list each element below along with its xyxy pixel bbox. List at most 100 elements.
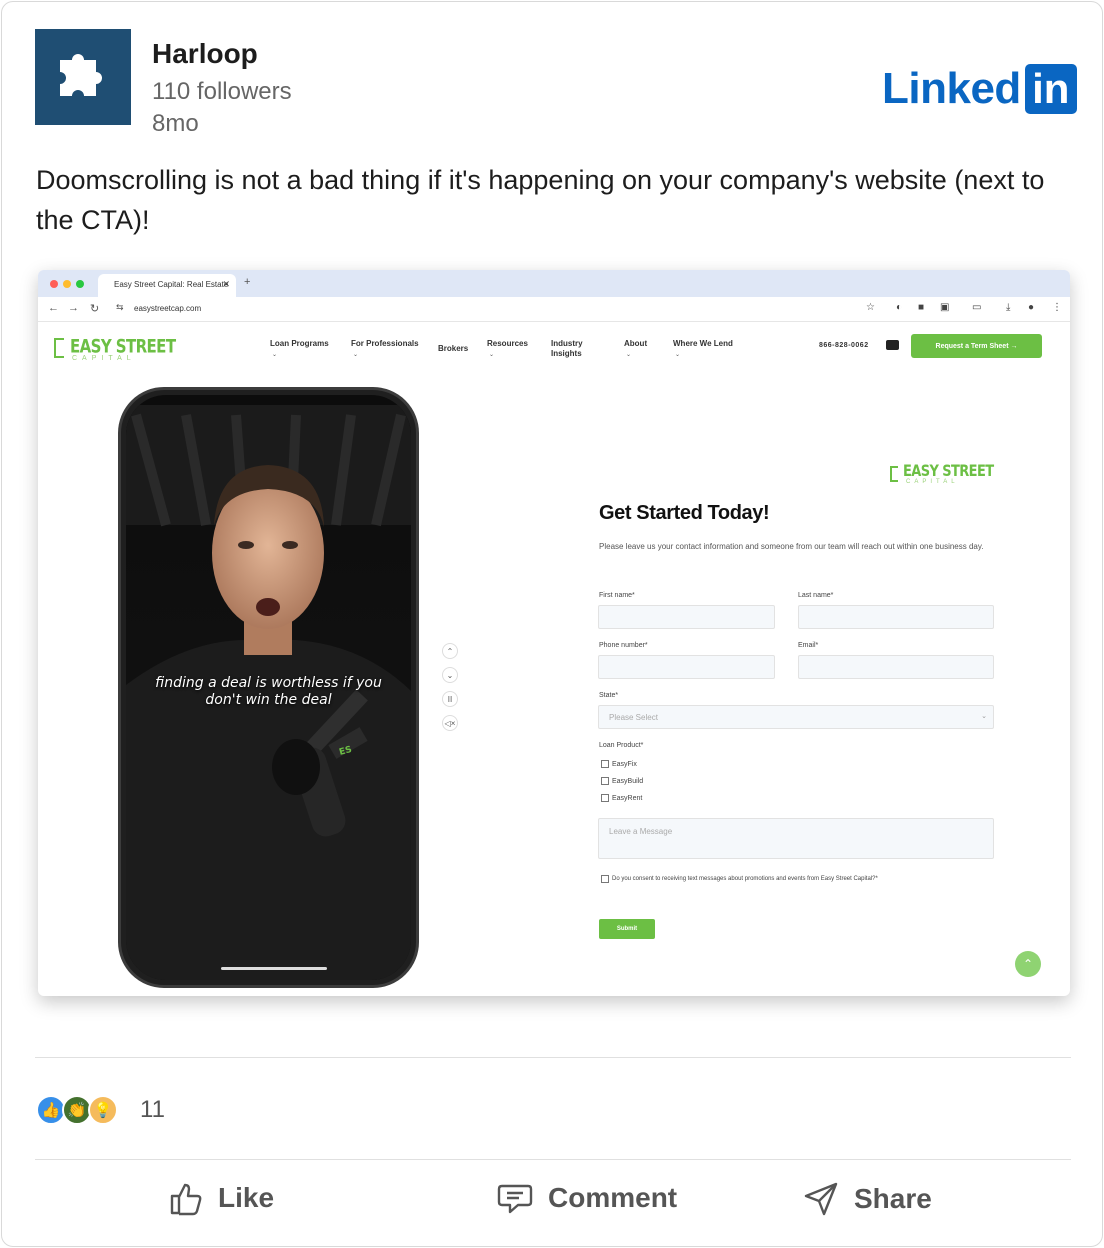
nav-about: About xyxy=(624,339,648,348)
comment-icon xyxy=(497,1184,533,1214)
site-settings-icon: ⇆ xyxy=(116,302,124,312)
nav-where-we-lend: Where We Lend xyxy=(673,339,733,348)
divider xyxy=(35,1057,1071,1058)
chevron-down-icon: ⌄ xyxy=(353,352,359,358)
linkedin-logo: Linked in xyxy=(882,64,1077,114)
loan-product-option: EasyRent xyxy=(601,794,642,802)
form-title: Get Started Today! xyxy=(599,502,770,524)
scroll-to-top-icon: ⌃ xyxy=(1015,951,1041,977)
minimize-window-dot xyxy=(63,280,71,288)
nav-resources: Resources xyxy=(487,339,528,348)
thumbs-up-icon xyxy=(170,1183,202,1216)
chevron-down-icon: ⌄ xyxy=(442,667,458,683)
like-label: Like xyxy=(218,1182,275,1213)
site-phone: 866-828-0062 xyxy=(819,342,869,349)
chevron-down-icon: ⌄ xyxy=(675,352,681,358)
form-description: Please leave us your contact information… xyxy=(599,542,984,551)
form-logo: EASY STREET CAPITAL xyxy=(890,462,994,490)
post-age: 8mo xyxy=(152,110,199,137)
phone-label: Phone number* xyxy=(599,642,648,649)
follower-count: 110 followers xyxy=(152,78,292,105)
state-placeholder: Please Select xyxy=(609,713,658,722)
home-indicator xyxy=(221,967,327,970)
state-label: State* xyxy=(599,692,619,699)
first-name-field xyxy=(598,605,775,629)
option-label: EasyRent xyxy=(612,794,643,802)
share-label: Share xyxy=(854,1183,932,1214)
logo-mark-icon xyxy=(890,466,898,482)
message-placeholder: Leave a Message xyxy=(609,827,673,836)
message-textarea: Leave a Message xyxy=(598,818,994,859)
send-icon xyxy=(804,1182,838,1216)
profile-icon: ● xyxy=(1028,302,1035,313)
download-icon: ⤓ xyxy=(1006,302,1011,313)
chevron-down-icon: ⌄ xyxy=(981,713,987,720)
consent-checkbox: Do you consent to receiving text message… xyxy=(601,875,878,883)
nav-loan-programs: Loan Programs xyxy=(270,339,329,348)
nav-industry-insights: Industry Insights xyxy=(551,339,583,358)
embedded-screenshot[interactable]: Easy Street Capital: Real Estate ✕ + ← →… xyxy=(38,270,1070,996)
extension-icon: ■ xyxy=(918,302,925,313)
consent-label: Do you consent to receiving text message… xyxy=(612,876,878,882)
puzzle-extension-icon: ▣ xyxy=(940,302,950,313)
like-button[interactable]: Like xyxy=(168,1180,274,1216)
logo-mark-icon xyxy=(54,338,64,358)
request-term-sheet-button: Request a Term Sheet → xyxy=(911,334,1042,358)
insightful-icon: 💡 xyxy=(88,1095,118,1125)
post-text: Doomscrolling is not a bad thing if it's… xyxy=(36,165,1045,235)
chevron-up-icon: ⌃ xyxy=(442,643,458,659)
company-name[interactable]: Harloop xyxy=(152,38,258,70)
back-arrow-icon: ← xyxy=(48,302,59,314)
state-select: Please Select ⌄ xyxy=(598,705,994,729)
logo-subtitle: CAPITAL xyxy=(72,355,136,362)
comment-button[interactable]: Comment xyxy=(496,1180,677,1216)
email-label: Email* xyxy=(798,642,819,649)
maximize-window-dot xyxy=(76,280,84,288)
loan-product-option: EasyFix xyxy=(601,760,637,768)
checkbox xyxy=(601,777,609,785)
phone-field xyxy=(598,655,775,679)
chevron-down-icon: ⌄ xyxy=(626,352,632,358)
submit-button: Submit xyxy=(599,919,655,939)
linkedin-wordmark: Linked xyxy=(882,64,1021,113)
url-text: easystreetcap.com xyxy=(134,304,202,313)
mail-icon xyxy=(886,340,899,350)
easy-street-logo: EASY STREET CAPITAL xyxy=(54,335,176,363)
form-logo-title: EASY STREET xyxy=(903,462,994,481)
checkbox xyxy=(601,760,609,768)
mute-icon: ◁× xyxy=(442,715,458,731)
menu-kebab-icon: ⋮ xyxy=(1052,302,1062,313)
chevron-down-icon: ⌄ xyxy=(489,352,495,358)
tab-close-icon: ✕ xyxy=(222,279,230,289)
video-frame: ES finding a deal is worthless if you do… xyxy=(126,395,411,980)
loan-product-option: EasyBuild xyxy=(601,777,643,785)
checkbox xyxy=(601,794,609,802)
last-name-label: Last name* xyxy=(798,592,834,599)
divider xyxy=(35,1159,1071,1160)
linkedin-in-badge: in xyxy=(1024,64,1077,114)
cast-icon: ▭ xyxy=(972,302,982,313)
nav-for-professionals: For Professionals xyxy=(351,339,419,348)
post-card: Harloop 110 followers 8mo Linked in Doom… xyxy=(1,1,1103,1247)
company-avatar[interactable] xyxy=(35,29,131,125)
new-tab-icon: + xyxy=(244,276,251,288)
reaction-icons[interactable]: 👍 👏 💡 xyxy=(36,1095,118,1125)
reaction-count[interactable]: 11 xyxy=(140,1096,165,1124)
close-window-dot xyxy=(50,280,58,288)
comment-label: Comment xyxy=(548,1182,678,1213)
share-button[interactable]: Share xyxy=(802,1180,932,1218)
phone-mockup: ES finding a deal is worthless if you do… xyxy=(118,387,419,988)
nav-brokers: Brokers xyxy=(438,344,469,353)
checkbox xyxy=(601,875,609,883)
chevron-down-icon: ⌄ xyxy=(272,352,278,358)
option-label: EasyBuild xyxy=(612,777,644,785)
site-header: EASY STREET CAPITAL Loan Programs ⌄ For … xyxy=(38,322,1070,376)
form-logo-subtitle: CAPITAL xyxy=(906,479,959,485)
pause-icon: II xyxy=(442,691,458,707)
bookmark-star-icon: ☆ xyxy=(866,302,875,313)
video-caption: finding a deal is worthless if you don't… xyxy=(155,675,382,708)
email-field xyxy=(798,655,994,679)
extension-icon: ◐ xyxy=(896,302,903,313)
browser-tab-bar: Easy Street Capital: Real Estate ✕ + xyxy=(38,270,1070,297)
last-name-field xyxy=(798,605,994,629)
